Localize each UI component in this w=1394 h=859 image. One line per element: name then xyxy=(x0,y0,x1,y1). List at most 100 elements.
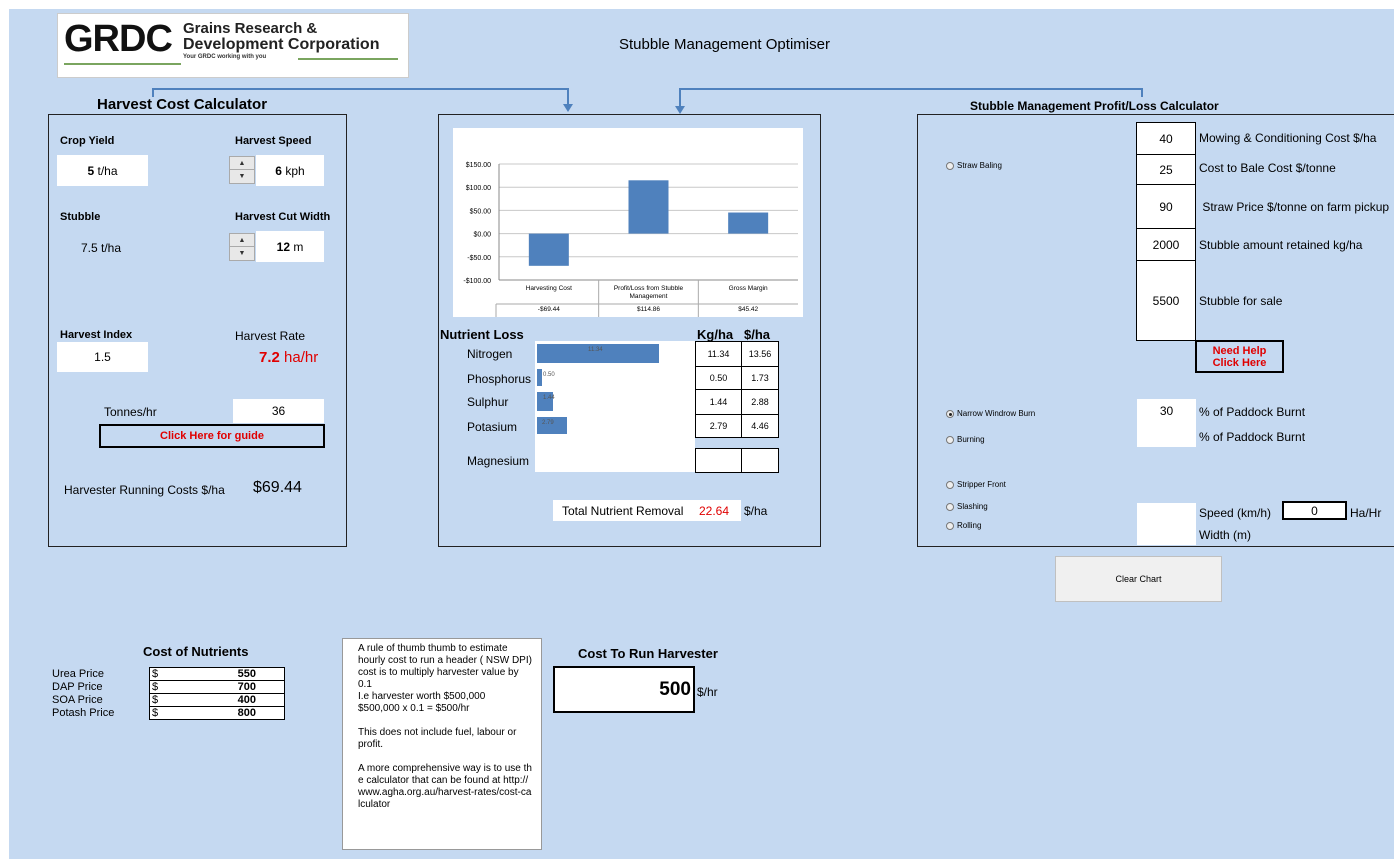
clear-chart-label: Clear Chart xyxy=(1115,574,1162,584)
y-tick-label: -$100.00 xyxy=(463,278,491,285)
harvest-index-field[interactable]: 1.5 xyxy=(57,342,148,372)
cost-nutrient-label: Urea Price xyxy=(52,668,104,680)
cut-width-unit: m xyxy=(293,239,304,254)
harvest-calc-title: Harvest Cost Calculator xyxy=(97,96,268,113)
bar xyxy=(628,180,669,234)
burning-unit: % of Paddock Burnt xyxy=(1199,430,1306,444)
y-tick-label: $150.00 xyxy=(466,162,491,169)
run-cost-title: Cost To Run Harvester xyxy=(578,646,718,661)
cut-width-value: 12 xyxy=(276,239,290,254)
harvest-speed-label: Harvest Speed xyxy=(235,135,312,147)
width-field[interactable] xyxy=(1137,523,1196,545)
harvest-speed-unit: kph xyxy=(285,163,305,178)
data-label: $114.86 xyxy=(637,306,660,313)
burning-field[interactable] xyxy=(1137,423,1196,447)
harvest-index-value: 1.5 xyxy=(94,350,111,364)
speed-field[interactable] xyxy=(1137,503,1196,523)
tonnes-hr-field: 36 xyxy=(233,399,324,423)
narrow-windrow-radio[interactable]: Narrow Windrow Burn xyxy=(946,409,1035,418)
slashing-radio[interactable]: Slashing xyxy=(946,502,988,511)
cost-nutrient-field[interactable]: $800 xyxy=(149,706,285,720)
harvest-rate-display: 7.2 ha/hr xyxy=(259,349,318,366)
nutrient-bar-label: 11.34 xyxy=(588,347,603,353)
need-help-button[interactable]: Need Help Click Here xyxy=(1195,340,1284,373)
total-nutrient-value: 22.64 xyxy=(699,504,730,518)
y-tick-label: $50.00 xyxy=(470,208,492,215)
harvest-rate-label: Harvest Rate xyxy=(235,329,306,343)
currency-symbol: $ xyxy=(152,681,159,693)
radio-icon xyxy=(946,480,954,489)
burning-radio[interactable]: Burning xyxy=(946,435,985,444)
pl-value-3[interactable]: 2000 xyxy=(1136,228,1196,261)
crop-yield-field[interactable]: 5 t/ha xyxy=(57,155,148,186)
radio-icon xyxy=(946,502,954,511)
col-kg-header: Kg/ha xyxy=(697,327,734,342)
burning-label: Burning xyxy=(957,435,985,444)
rolling-radio[interactable]: Rolling xyxy=(946,521,981,530)
bar xyxy=(528,233,569,266)
pl-label-0: Mowing & Conditioning Cost $/ha xyxy=(1199,131,1377,145)
straw-baling-radio[interactable]: Straw Baling xyxy=(946,161,1002,170)
rule-of-thumb-note: A rule of thumb thumb to estimate hourly… xyxy=(342,638,542,850)
spin-down-icon[interactable]: ▼ xyxy=(230,170,254,183)
nutrient-dollar-cell: 2.88 xyxy=(741,389,779,415)
cut-width-spinner[interactable]: ▲ ▼ xyxy=(229,233,255,261)
pl-value-1[interactable]: 25 xyxy=(1136,154,1196,185)
pl-value-2[interactable]: 90 xyxy=(1136,184,1196,229)
running-cost-label: Harvester Running Costs $/ha xyxy=(64,483,225,497)
radio-icon xyxy=(946,409,954,418)
data-label: -$69.44 xyxy=(538,306,560,313)
crop-yield-value: 5 xyxy=(87,163,95,178)
cost-nutrient-field[interactable]: $700 xyxy=(149,680,285,694)
guide-button[interactable]: Click Here for guide xyxy=(99,424,325,448)
currency-symbol: $ xyxy=(152,707,159,719)
nutrient-kg-cell: 11.34 xyxy=(695,341,742,367)
run-cost-value: 500 xyxy=(659,678,691,700)
nutrient-name: Nitrogen xyxy=(467,347,513,361)
nutrient-kg-cell: 1.44 xyxy=(695,389,742,415)
cost-nutrients-title: Cost of Nutrients xyxy=(143,644,249,659)
run-cost-field[interactable]: 500 xyxy=(553,666,695,713)
cost-nutrient-label: DAP Price xyxy=(52,681,103,693)
stubble-value: 7.5 t/ha xyxy=(81,241,122,255)
stripper-front-radio[interactable]: Stripper Front xyxy=(946,480,1006,489)
bar-chart: $150.00 $100.00 $50.00 $0.00 -$50.00 -$100.00… xyxy=(453,128,803,317)
pl-value-4[interactable]: 5500 xyxy=(1136,260,1196,341)
speed-result-box: 0 xyxy=(1282,501,1347,520)
cost-nutrient-field[interactable]: $550 xyxy=(149,667,285,681)
width-label: Width (m) xyxy=(1199,528,1251,542)
narrow-windrow-unit: % of Paddock Burnt xyxy=(1199,405,1306,419)
stripper-front-label: Stripper Front xyxy=(957,480,1006,489)
tonnes-hr-value: 36 xyxy=(271,404,286,418)
spin-down-icon[interactable]: ▼ xyxy=(230,247,254,260)
nutrient-name: Magnesium xyxy=(467,454,530,468)
guide-button-label: Click Here for guide xyxy=(160,430,264,442)
nutrient-dollar-cell: 1.73 xyxy=(741,366,779,390)
narrow-windrow-value: 30 xyxy=(1159,404,1174,418)
cut-width-field[interactable]: 12 m xyxy=(256,231,324,262)
cost-nutrient-field[interactable]: $400 xyxy=(149,693,285,707)
speed-label: Speed (km/h) xyxy=(1199,506,1272,520)
y-tick-label: $0.00 xyxy=(473,232,491,239)
total-nutrient-label: Total Nutrient Removal xyxy=(562,504,684,518)
pl-value-0[interactable]: 40 xyxy=(1136,122,1196,155)
need-help-line2: Click Here xyxy=(1212,356,1267,369)
harvest-calc-panel: Crop Yield 5 t/ha Harvest Speed ▲ ▼ 6 kph… xyxy=(48,114,347,547)
harvest-rate-value: 7.2 xyxy=(259,349,280,366)
note-para1b: I.e harvester worth $500,000 xyxy=(358,691,486,702)
spin-up-icon[interactable]: ▲ xyxy=(230,234,254,247)
nutrient-bar-label: 2.79 xyxy=(542,420,554,426)
spin-up-icon[interactable]: ▲ xyxy=(230,157,254,170)
y-tick-label: -$50.00 xyxy=(467,255,491,262)
nutrient-bar-label: 1.44 xyxy=(543,395,555,401)
slashing-label: Slashing xyxy=(957,502,988,511)
clear-chart-button[interactable]: Clear Chart xyxy=(1055,556,1222,602)
harvest-speed-spinner[interactable]: ▲ ▼ xyxy=(229,156,255,184)
data-label: $45.42 xyxy=(738,306,758,313)
narrow-windrow-field[interactable]: 30 xyxy=(1137,399,1196,423)
speed-result-value: 0 xyxy=(1311,503,1318,518)
pl-label-1: Cost to Bale Cost $/tonne xyxy=(1199,161,1336,175)
harvest-speed-field[interactable]: 6 kph xyxy=(256,155,324,186)
col-dollar-header: $/ha xyxy=(744,327,771,342)
bar-chart-svg: $150.00 $100.00 $50.00 $0.00 -$50.00 -$100.00… xyxy=(463,162,798,317)
